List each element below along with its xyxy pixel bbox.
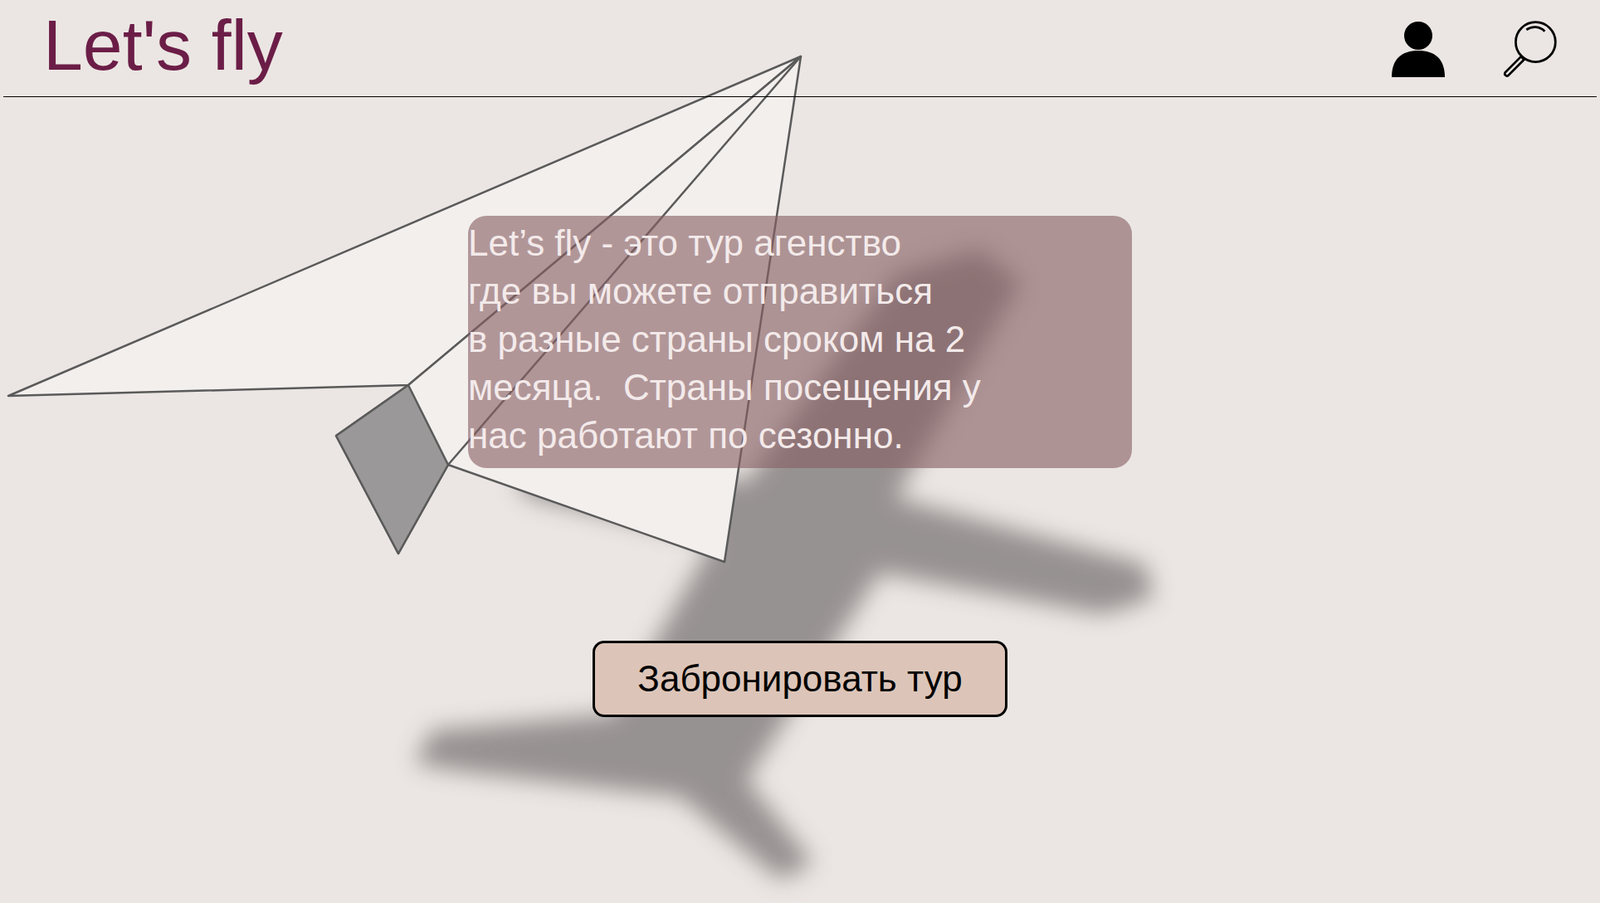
main-content: Let’s fly - это тур агенствогде вы может… bbox=[0, 97, 1600, 718]
intro-box: Let’s fly - это тур агенствогде вы может… bbox=[468, 215, 1132, 469]
intro-line: в разные страны сроком на 2 bbox=[468, 315, 1108, 364]
book-tour-button[interactable]: Забронировать тур bbox=[592, 640, 1008, 718]
header: Let's fly bbox=[3, 0, 1597, 98]
intro-line: где вы можете отправиться bbox=[468, 267, 1108, 316]
header-icons bbox=[1389, 18, 1559, 79]
intro-line: месяца. Страны посещения у bbox=[468, 363, 1108, 412]
user-icon[interactable] bbox=[1389, 18, 1448, 79]
page: Let's fly Let’s fly - это тур агенствогде… bbox=[0, 0, 1600, 903]
intro-line: Let’s fly - это тур агенство bbox=[468, 219, 1108, 268]
intro-line: нас работают по сезонно. bbox=[468, 411, 1108, 460]
logo[interactable]: Let's fly bbox=[43, 5, 283, 92]
search-icon[interactable] bbox=[1500, 18, 1559, 79]
